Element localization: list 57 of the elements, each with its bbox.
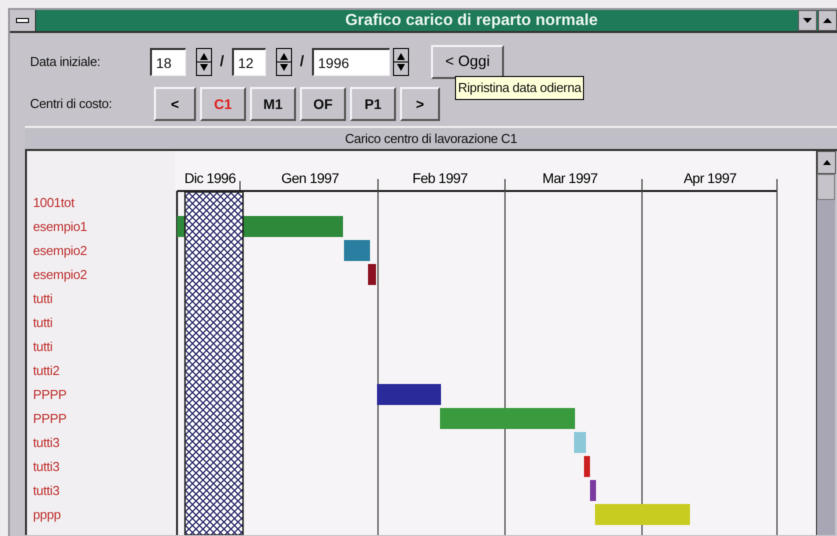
- field-label: Centri di costo:: [30, 95, 113, 114]
- row-label: tutti: [32, 290, 54, 308]
- previous-button[interactable]: <: [154, 87, 196, 121]
- row-label: esempio2: [32, 266, 88, 284]
- cost-center-tab[interactable]: OF: [300, 87, 346, 121]
- row-label: tutti3: [32, 434, 60, 452]
- spinner-icon: [276, 48, 292, 76]
- spinner-button[interactable]: [276, 48, 292, 76]
- spinner-button[interactable]: [393, 48, 409, 76]
- gantt-bar: [368, 264, 376, 285]
- row-label: esempio1: [32, 218, 88, 236]
- day-field[interactable]: 18: [150, 48, 186, 76]
- tooltip: Ripristina data odierna: [455, 76, 584, 100]
- month-label: Dic 1996: [184, 170, 236, 186]
- spinner-icon: [196, 48, 212, 76]
- system-menu-button[interactable]: [10, 10, 36, 31]
- up-arrow-icon: [823, 18, 832, 23]
- row-label: tutti2: [32, 362, 60, 380]
- spinner-icon: [393, 48, 409, 76]
- down-arrow-icon: [803, 18, 812, 23]
- row-label: tutti3: [32, 482, 60, 500]
- spinner-button[interactable]: [196, 48, 212, 76]
- cost-center-tab[interactable]: P1: [350, 87, 396, 121]
- month-label: Mar 1997: [542, 170, 598, 186]
- system-menu-icon: [16, 18, 29, 23]
- year-field[interactable]: 1996: [312, 48, 390, 76]
- row-label: pppp: [32, 506, 62, 524]
- gantt-bar: [584, 456, 590, 477]
- month-label: Apr 1997: [684, 170, 736, 186]
- row-label: PPPP: [32, 410, 68, 428]
- month-label: Gen 1997: [281, 170, 339, 186]
- row-label: esempio2: [32, 242, 88, 260]
- chart-title: Carico centro di lavorazione C1: [25, 126, 837, 151]
- scroll-thumb[interactable]: [817, 174, 835, 200]
- month-field[interactable]: 12: [232, 48, 266, 76]
- today-button[interactable]: < Oggi: [431, 45, 504, 79]
- date-separator: /: [298, 52, 306, 72]
- window-title: Grafico carico di reparto normale: [344, 10, 599, 30]
- cost-center-tab[interactable]: M1: [250, 87, 296, 121]
- date-separator: /: [218, 52, 226, 72]
- minimize-button[interactable]: [798, 10, 817, 31]
- row-label: tutti: [32, 338, 54, 356]
- gantt-bar: [574, 432, 586, 453]
- scroll-up-button[interactable]: [817, 151, 836, 174]
- row-label: tutti: [32, 314, 54, 332]
- month-label: Feb 1997: [412, 170, 468, 186]
- row-label: 1001tot: [32, 194, 76, 212]
- gantt-bar: [377, 384, 441, 405]
- maximize-button[interactable]: [818, 10, 837, 31]
- row-label: PPPP: [32, 386, 68, 404]
- field-label: Data iniziale:: [30, 53, 102, 72]
- gantt-bar: [344, 240, 370, 261]
- vertical-scrollbar[interactable]: [816, 151, 835, 535]
- up-arrow-icon: [822, 160, 830, 165]
- gantt-bar: [590, 480, 596, 501]
- next-button[interactable]: >: [400, 87, 440, 121]
- row-label: tutti3: [32, 458, 60, 476]
